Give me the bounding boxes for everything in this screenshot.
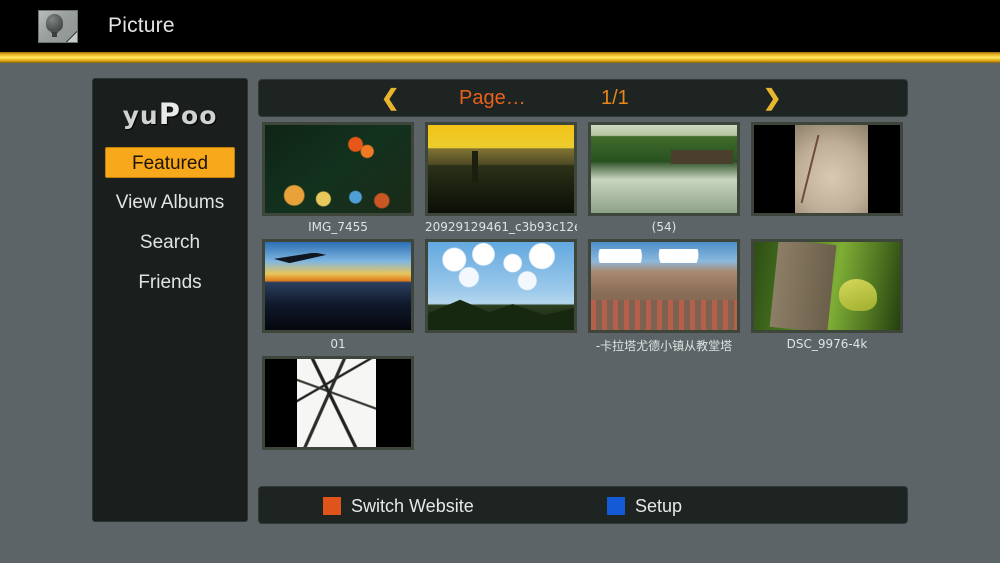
balloon-rope-right	[57, 28, 58, 33]
page-navigation-bar: ❮ Page… 1/1 ❯	[258, 79, 908, 117]
page-title: Picture	[108, 14, 175, 37]
picture-file-icon	[38, 9, 78, 43]
thumbnail-image[interactable]	[751, 122, 903, 216]
page-fold-icon	[67, 31, 77, 42]
setup-button[interactable]: Setup	[607, 487, 682, 525]
thumbnail-image[interactable]	[262, 122, 414, 216]
sidebar-item-label: Search	[139, 232, 201, 253]
thumbnail-image[interactable]	[588, 239, 740, 333]
thumbnail-cell[interactable]: -卡拉塔尤德小镇从教堂塔	[588, 239, 740, 354]
thumbnail-art	[794, 125, 868, 213]
thumbnail-cell[interactable]	[262, 356, 414, 454]
setup-label: Setup	[635, 495, 683, 516]
page-count: 1/1	[601, 86, 629, 109]
logo-text: yuPoo	[122, 97, 218, 131]
sidebar-menu: Featured View Albums Search Friends	[93, 147, 247, 298]
sidebar-item-label: Featured	[131, 153, 209, 174]
blue-key-swatch-icon	[607, 497, 625, 515]
thumbnail-image[interactable]	[262, 356, 414, 450]
thumbnail-art	[428, 125, 574, 213]
thumbnail-caption: IMG_7455	[308, 220, 368, 234]
thumbnail-art	[428, 242, 574, 330]
thumbnail-art	[591, 242, 737, 330]
thumbnail-caption: DSC_9976-4k	[786, 337, 868, 351]
sidebar: yuPoo Featured View Albums Search Friend…	[92, 78, 248, 522]
sidebar-item-label: Friends	[138, 272, 202, 293]
thumbnail-cell[interactable]: 20929129461_c3b93c12e	[425, 122, 577, 234]
red-key-swatch-icon	[323, 497, 341, 515]
app-screen: Picture yuPoo Featured View Albums Searc…	[0, 0, 1000, 563]
thumbnail-image[interactable]	[751, 239, 903, 333]
chevron-left-icon[interactable]: ❮	[381, 87, 399, 109]
thumbnail-art	[265, 125, 411, 213]
thumbnail-caption: -卡拉塔尤德小镇从教堂塔	[595, 339, 733, 353]
thumbnail-cell[interactable]: IMG_7455	[262, 122, 414, 234]
thumbnail-cell[interactable]: (54)	[588, 122, 740, 234]
thumbnail-art	[297, 359, 376, 447]
thumbnail-cell[interactable]: DSC_9976-4k	[751, 239, 903, 351]
yupoo-logo: yuPoo	[93, 97, 247, 131]
sidebar-item-friends[interactable]: Friends	[105, 267, 235, 298]
thumbnail-art	[591, 125, 737, 213]
sidebar-item-search[interactable]: Search	[105, 227, 235, 258]
balloon-basket	[52, 31, 57, 37]
thumbnail-cell[interactable]: 01	[262, 239, 414, 351]
page-label[interactable]: Page…	[459, 87, 526, 110]
thumbnail-art	[265, 242, 411, 330]
thumbnail-image[interactable]	[425, 239, 577, 333]
chevron-right-icon[interactable]: ❯	[763, 87, 781, 109]
sidebar-item-view-albums[interactable]: View Albums	[105, 187, 235, 218]
thumbnail-cell[interactable]	[425, 239, 577, 337]
thumbnail-cell[interactable]	[751, 122, 903, 220]
action-bar: Switch Website Setup	[258, 486, 908, 524]
gold-divider	[0, 52, 1000, 63]
thumbnail-image[interactable]	[425, 122, 577, 216]
sidebar-item-label: View Albums	[115, 192, 225, 213]
thumbnail-art	[754, 242, 900, 330]
thumbnail-caption: 20929129461_c3b93c12e	[425, 220, 577, 234]
thumbnail-image[interactable]	[588, 122, 740, 216]
sidebar-item-featured[interactable]: Featured	[105, 147, 235, 178]
thumbnail-image[interactable]	[262, 239, 414, 333]
balloon-shape	[46, 13, 63, 32]
thumbnail-grid: IMG_7455 20929129461_c3b93c12e (54) 01 -卡拉塔尤…	[262, 122, 908, 472]
thumbnail-caption: 01	[330, 337, 346, 351]
header-bar: Picture	[0, 0, 1000, 52]
thumbnail-caption: (54)	[651, 220, 677, 234]
switch-website-button[interactable]: Switch Website	[323, 487, 474, 525]
switch-website-label: Switch Website	[351, 495, 474, 516]
